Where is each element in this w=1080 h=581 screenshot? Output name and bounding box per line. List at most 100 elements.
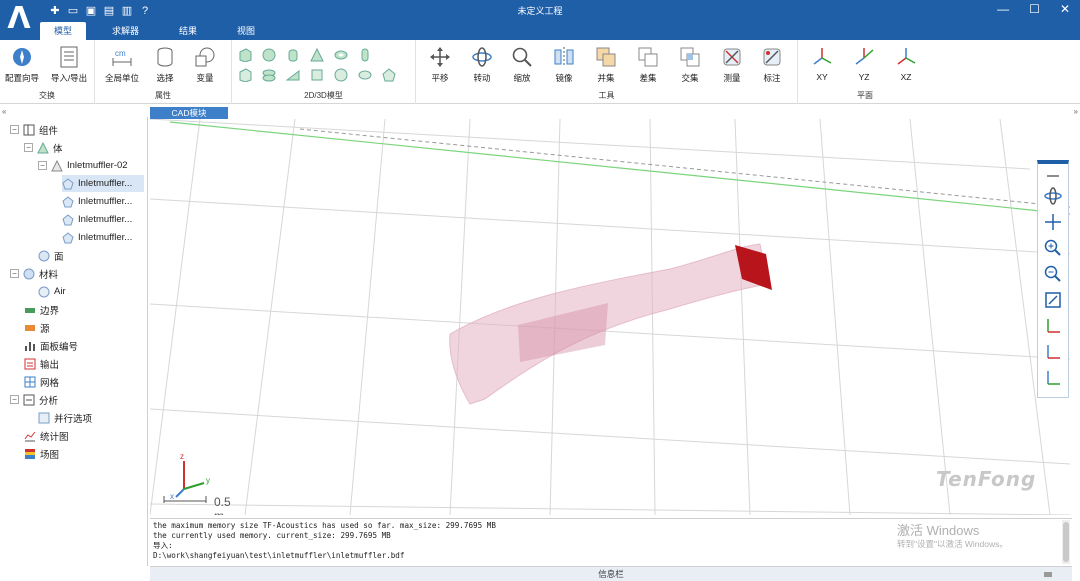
tab-cad-module[interactable]: CAD模块	[150, 107, 228, 119]
muffler-body[interactable]	[449, 243, 769, 405]
maximize-button[interactable]: ☐	[1029, 2, 1040, 16]
tree-item-statistics[interactable]: 统计图	[24, 427, 69, 444]
tree-item-part-3[interactable]: Inletmuffler...	[62, 211, 132, 228]
analysis-icon	[23, 394, 35, 406]
sphere-icon[interactable]	[262, 48, 276, 62]
source-icon	[24, 322, 36, 334]
collapse-icon[interactable]: −	[10, 125, 19, 134]
tree-item-air[interactable]: Air	[38, 283, 66, 300]
tree-item-components[interactable]: − 组件	[10, 121, 58, 138]
ribbon-tabs: 模型 求解器 结果 视图	[40, 22, 281, 40]
yz-plane-button[interactable]: YZ	[844, 46, 884, 82]
group-label-properties: 属性	[155, 91, 171, 100]
unit-ruler-icon: cm	[111, 46, 133, 68]
tab-model[interactable]: 模型	[40, 22, 87, 40]
tree-item-part-1[interactable]: Inletmuffler...	[62, 175, 144, 192]
pipe-icon[interactable]	[358, 48, 372, 62]
tree-item-inletmuffler-02[interactable]: − Inletmuffler-02	[38, 157, 128, 174]
cylinder-icon[interactable]	[286, 48, 300, 62]
difference-button[interactable]: 差集	[628, 46, 668, 84]
box-icon[interactable]	[238, 48, 252, 62]
circle-icon[interactable]	[334, 68, 348, 82]
body-part-icon	[51, 159, 63, 172]
face-icon	[38, 250, 50, 262]
tree-item-analysis[interactable]: − 分析	[10, 391, 58, 408]
zoom-in-icon[interactable]	[1043, 238, 1063, 258]
scale-bar-line	[163, 496, 207, 503]
fit-view-icon[interactable]	[1043, 290, 1063, 310]
disk-icon[interactable]	[262, 68, 276, 82]
group-label-tools: 工具	[598, 91, 615, 100]
global-unit-button[interactable]: cm 全局单位	[101, 46, 143, 84]
collapse-icon[interactable]: −	[38, 161, 47, 170]
grid-canvas	[150, 119, 1070, 515]
view-xy-icon[interactable]	[1043, 316, 1063, 336]
material-icon	[23, 268, 35, 280]
xz-plane-button[interactable]: XZ	[886, 46, 926, 82]
rectangle-icon[interactable]	[310, 68, 324, 82]
tree-item-body[interactable]: − 体	[24, 139, 63, 156]
cube-outline-icon[interactable]	[238, 68, 252, 82]
union-button[interactable]: 并集	[586, 46, 626, 84]
tab-solver[interactable]: 求解器	[98, 22, 153, 40]
tree-item-source[interactable]: 源	[24, 319, 50, 336]
cone-icon[interactable]	[310, 48, 324, 62]
3d-viewport[interactable]: z y x 0.5 m TenFong	[150, 119, 1070, 515]
collapse-left-icon[interactable]: «	[2, 107, 6, 116]
annotate-button[interactable]: 标注	[752, 46, 792, 84]
xy-axes-icon	[811, 46, 833, 68]
tree-item-part-2[interactable]: Inletmuffler...	[62, 193, 132, 210]
tree-item-mesh[interactable]: 网格	[24, 373, 59, 390]
variable-button[interactable]: 变量	[185, 46, 225, 84]
axis-line-dashed	[299, 128, 1070, 208]
collapse-icon[interactable]: −	[10, 395, 19, 404]
config-wizard-button[interactable]: 配置向导	[2, 46, 42, 84]
tree-item-field-map[interactable]: 场图	[24, 445, 59, 462]
face-polygon-icon	[62, 177, 74, 190]
collapse-icon[interactable]: −	[24, 143, 33, 152]
zoom-button[interactable]: 缩放	[502, 46, 542, 84]
ellipse-icon[interactable]	[358, 68, 372, 82]
face-polygon-icon	[62, 231, 74, 244]
mesh-icon	[24, 376, 36, 388]
rotate-button[interactable]: 转动	[462, 46, 502, 84]
pan-view-icon[interactable]	[1043, 212, 1063, 232]
view-xz-icon[interactable]	[1043, 342, 1063, 362]
import-export-button[interactable]: 导入/导出	[46, 46, 92, 84]
tree-item-parallel-options[interactable]: 并行选项	[38, 409, 92, 426]
minimize-button[interactable]: —	[997, 2, 1009, 16]
measure-button[interactable]: 测量	[712, 46, 752, 84]
tree-item-panel-numbering[interactable]: 面板编号	[24, 337, 78, 354]
tree-item-face[interactable]: 面	[38, 247, 64, 264]
tab-results[interactable]: 结果	[165, 22, 211, 40]
tree-item-part-4[interactable]: Inletmuffler...	[62, 229, 132, 246]
info-bar: 信息栏	[150, 566, 1072, 581]
tree-item-boundary[interactable]: 边界	[24, 301, 59, 318]
group-geometry: 2D/3D模型	[232, 40, 416, 104]
info-bar-handle-icon[interactable]	[1044, 572, 1052, 577]
collapse-icon[interactable]: −	[10, 269, 19, 278]
pan-button[interactable]: 平移	[420, 46, 460, 84]
group-label-exchange: 交换	[39, 91, 55, 100]
close-button[interactable]: ✕	[1060, 2, 1070, 16]
tree-item-material[interactable]: − 材料	[10, 265, 58, 282]
xy-plane-button[interactable]: XY	[802, 46, 842, 82]
collapse-right-icon[interactable]: »	[1074, 107, 1078, 116]
magnifier-icon	[511, 46, 533, 68]
pentagon-icon[interactable]	[382, 68, 396, 82]
select-button[interactable]: 选择	[145, 46, 185, 84]
axis-z-label: z	[180, 452, 184, 461]
mirror-button[interactable]: 镜像	[544, 46, 584, 84]
view-yz-icon[interactable]	[1043, 368, 1063, 388]
wedge-icon[interactable]	[286, 68, 300, 82]
intersection-button[interactable]: 交集	[670, 46, 710, 84]
group-properties: cm 全局单位 选择 变量 属性	[95, 40, 232, 104]
move-arrows-icon	[429, 46, 451, 68]
zoom-out-icon[interactable]	[1043, 264, 1063, 284]
rotate-view-icon[interactable]	[1043, 186, 1063, 206]
console-scrollbar-thumb[interactable]	[1063, 522, 1069, 562]
tree-item-output[interactable]: 输出	[24, 355, 59, 372]
tab-view[interactable]: 视图	[223, 22, 269, 40]
toolbar-collapse-icon[interactable]	[1043, 166, 1063, 186]
torus-icon[interactable]	[334, 48, 348, 62]
